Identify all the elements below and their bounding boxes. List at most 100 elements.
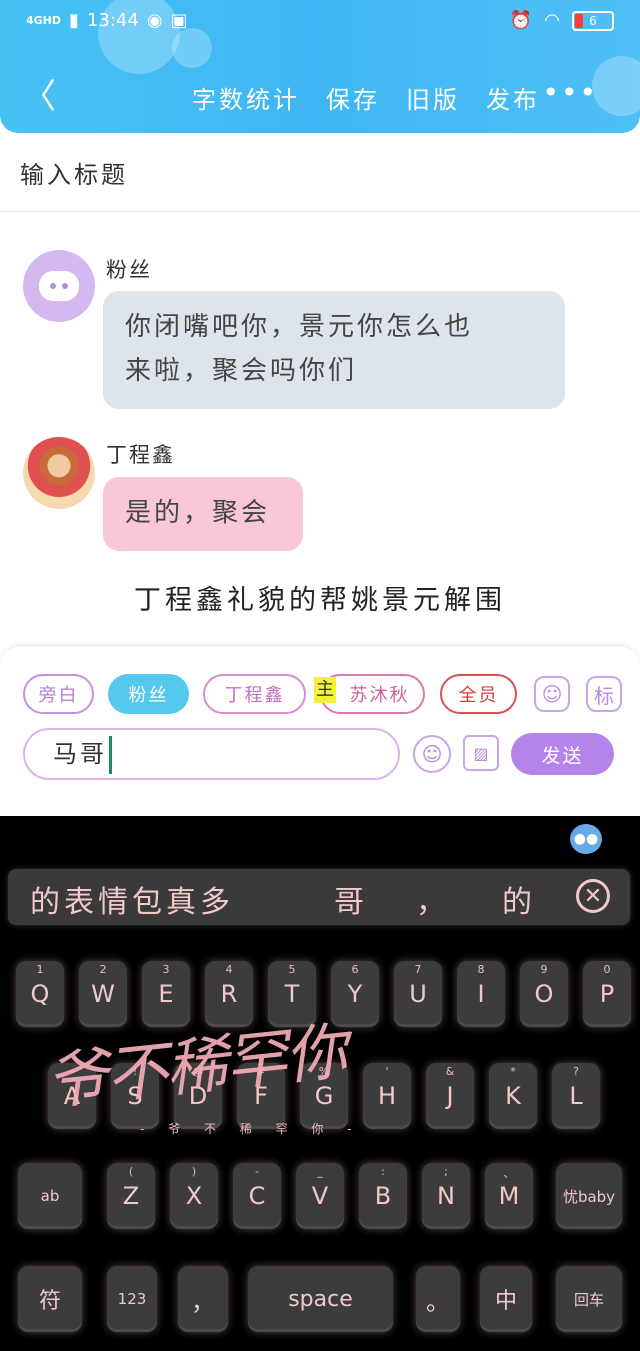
fan-avatar[interactable] (23, 250, 95, 322)
key-p[interactable]: 0P (583, 961, 631, 1027)
key-j[interactable]: & J (426, 1063, 474, 1129)
role-chip-ding[interactable]: 丁程鑫 (203, 674, 306, 714)
key-hint: ) (191, 1165, 197, 1178)
key-label: R (220, 980, 238, 1008)
role-chip-narrator[interactable]: 旁白 (23, 674, 94, 714)
key-hint: _ (317, 1165, 323, 1178)
key-n[interactable]: ; N (422, 1163, 470, 1229)
key-label: H (377, 1082, 397, 1110)
candidate-4[interactable]: 的 (502, 877, 536, 921)
key-label: B (374, 1182, 392, 1210)
key-v[interactable]: _ V (296, 1163, 344, 1229)
key-hint: 8 (477, 963, 485, 976)
skin-handwriting-caption: - 爷 不 稀 罕 你 - (140, 1122, 362, 1136)
key-comma[interactable]: ， (178, 1266, 228, 1332)
key-space[interactable]: space (248, 1266, 393, 1332)
role-chip-fan[interactable]: 粉丝 (108, 674, 189, 714)
key-hint: - (255, 1165, 259, 1178)
key-hint: ! (132, 1065, 138, 1078)
key-label: Z (122, 1182, 140, 1210)
send-button[interactable]: 发送 (511, 733, 614, 775)
key-t[interactable]: 5T (268, 961, 316, 1027)
key-hint: 、 (503, 1167, 515, 1180)
key-o[interactable]: 9O (520, 961, 568, 1027)
key-numbers[interactable]: 123 (107, 1266, 157, 1332)
ime-mascot-icon[interactable]: ●● (570, 824, 602, 854)
ime-keyboard: ●● 的表情包真多 哥 ， 的 ✕ 1 Q 2 W 3 E 4 R 5 T 6 Y 7 U 8 I 9 O 0 P ~ A… (0, 816, 640, 1351)
key-u[interactable]: 7U (394, 961, 442, 1027)
save-button[interactable]: 保存 (326, 80, 380, 115)
key-a[interactable]: ~ A (48, 1063, 96, 1129)
key-i[interactable]: 8I (457, 961, 505, 1027)
battery-icon: 6 (572, 10, 614, 31)
key-m[interactable]: 、 M (485, 1163, 533, 1229)
key-label: M (498, 1182, 520, 1210)
key-label: P (599, 980, 615, 1008)
back-icon[interactable]: 〈 (22, 78, 56, 116)
top-nav: 〈 字数统计 保存 旧版 发布 ••• (0, 76, 640, 118)
key-label: 忧baby (562, 1187, 616, 1206)
word-count-button[interactable]: 字数统计 (192, 80, 300, 115)
key-hint: * (510, 1065, 516, 1078)
message-bubble-fan[interactable]: 你闭嘴吧你，景元你怎么也 来啦，聚会吗你们 (103, 291, 565, 409)
candidate-1[interactable]: 的表情包真多 (30, 877, 234, 921)
key-hint: & (445, 1065, 455, 1078)
key-b[interactable]: :B (359, 1163, 407, 1229)
key-k[interactable]: * K (489, 1063, 537, 1129)
key-skin[interactable]: 忧baby (556, 1163, 622, 1229)
key-hint: # (256, 1065, 266, 1078)
key-l[interactable]: ? L (552, 1063, 600, 1129)
key-label: X (185, 1182, 203, 1210)
role-manage-icon[interactable]: ☺ (534, 676, 570, 712)
publish-button[interactable]: 发布 (486, 80, 540, 115)
signal-icon: ▮ (69, 10, 79, 31)
ding-chengxin-avatar[interactable] (23, 437, 95, 509)
key-hint: 7 (414, 963, 422, 976)
key-label: J (446, 1082, 454, 1110)
key-r[interactable]: 4R (205, 961, 253, 1027)
chat-face-icon (39, 271, 79, 301)
image-icon[interactable]: ▨ (463, 735, 499, 771)
key-h[interactable]: ' H (363, 1063, 411, 1129)
key-x[interactable]: ) X (170, 1163, 218, 1229)
key-label: 中 (494, 1289, 517, 1314)
key-label: I (477, 980, 485, 1008)
candidate-3[interactable]: ， (416, 877, 450, 921)
key-hint: 2 (99, 963, 107, 976)
key-hint: ; (444, 1165, 448, 1178)
close-candidates-icon[interactable]: ✕ (576, 879, 610, 913)
message-bubble-ding[interactable]: 是的，聚会 (103, 477, 303, 551)
emoji-icon[interactable]: ☺ (413, 735, 451, 773)
key-enter[interactable]: 回车 (556, 1266, 622, 1332)
message-text-line: 来啦，聚会吗你们 (125, 356, 358, 386)
network-indicator: 4GHD (26, 14, 62, 27)
key-label: ， (191, 1287, 215, 1316)
sender-name-fan: 粉丝 (106, 258, 152, 282)
key-e[interactable]: 3E (142, 961, 190, 1027)
title-field[interactable]: 输入标题 (0, 133, 640, 212)
key-label: W (91, 980, 115, 1008)
candidate-2[interactable]: 哥 (334, 877, 368, 921)
key-z[interactable]: (Z (107, 1163, 155, 1229)
key-chinese[interactable]: 中 (480, 1266, 532, 1332)
key-w[interactable]: 2W (79, 961, 127, 1027)
more-icon[interactable]: ••• (542, 76, 598, 109)
message-text: 是的，聚会 (125, 498, 271, 528)
key-hint: @ (192, 1065, 204, 1078)
tag-button[interactable]: 标 (586, 676, 622, 712)
key-symbols[interactable]: 符 (18, 1266, 82, 1332)
role-chip-all[interactable]: 全员 (440, 674, 517, 714)
old-version-button[interactable]: 旧版 (406, 80, 460, 115)
key-ab[interactable]: ab (18, 1163, 82, 1229)
key-q[interactable]: 1Q (16, 961, 64, 1027)
key-y[interactable]: 6Y (331, 961, 379, 1027)
key-c[interactable]: -C (233, 1163, 281, 1229)
key-period[interactable]: 。 (416, 1266, 460, 1332)
title-placeholder: 输入标题 (20, 161, 128, 189)
role-chip-su-label: 苏沐秋 (349, 685, 410, 706)
key-hint: 9 (540, 963, 548, 976)
narration-text[interactable]: 丁程鑫礼貌的帮姚景元解围 (0, 578, 640, 617)
key-label: U (409, 980, 427, 1008)
key-hint: ? (573, 1065, 579, 1078)
message-input[interactable]: 马哥 (23, 728, 400, 780)
